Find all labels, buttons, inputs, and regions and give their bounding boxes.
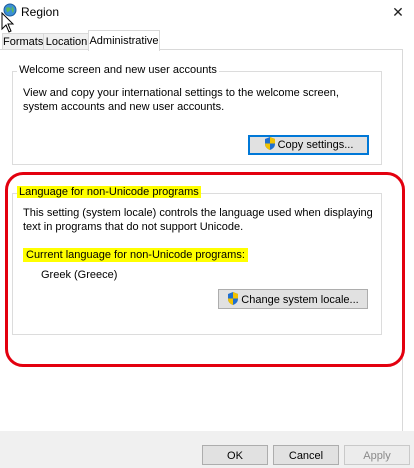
tab-location[interactable]: Location [43,33,90,50]
apply-button[interactable]: Apply [344,445,410,465]
close-icon: ✕ [392,4,404,20]
tab-strip: Formats Location Administrative [0,30,414,51]
ok-button[interactable]: OK [202,445,268,465]
copy-settings-button[interactable]: Copy settings... [248,135,369,155]
welcome-group: Welcome screen and new user accounts Vie… [12,64,382,165]
dialog-button-bar: OK Cancel Apply [0,431,414,468]
uac-shield-icon [264,137,275,150]
welcome-group-title: Welcome screen and new user accounts [17,64,219,76]
tab-administrative[interactable]: Administrative [88,30,160,51]
title-bar: Region ✕ [0,0,414,33]
close-button[interactable]: ✕ [386,2,410,22]
copy-settings-label: Copy settings... [277,139,354,151]
welcome-description: View and copy your international setting… [23,87,339,113]
window-title: Region [21,5,60,19]
cancel-button[interactable]: Cancel [273,445,339,465]
annotation-highlight-ring [5,172,405,367]
tab-formats[interactable]: Formats [2,33,44,50]
